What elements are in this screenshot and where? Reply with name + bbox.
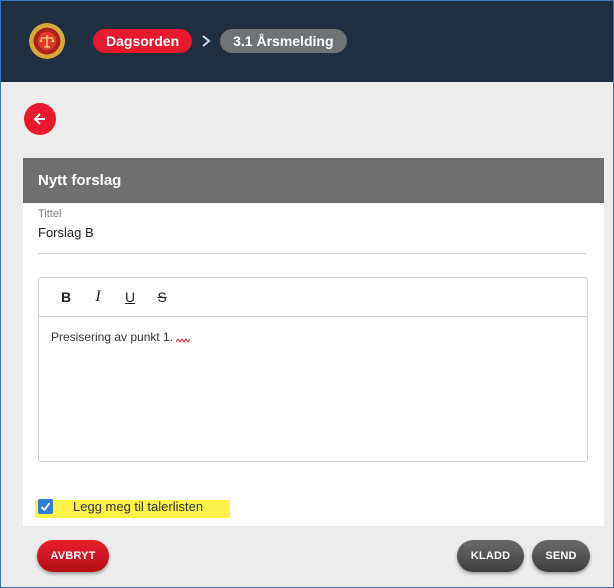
title-field-label: Tittel bbox=[38, 208, 62, 220]
breadcrumb-item-dagsorden[interactable]: Dagsorden bbox=[93, 29, 193, 53]
speaker-list-checkbox[interactable] bbox=[38, 499, 53, 514]
breadcrumb-item-current: 3.1 Årsmelding bbox=[220, 29, 347, 53]
title-input[interactable] bbox=[38, 225, 586, 240]
card-footer: AVBRYT KLADD SEND bbox=[23, 526, 604, 588]
checkmark-icon bbox=[40, 502, 51, 512]
spellcheck-squiggle bbox=[176, 338, 191, 343]
top-bar: Dagsorden 3.1 Årsmelding bbox=[0, 0, 614, 82]
rich-text-editor[interactable]: B I U S Presisering av punkt 1. bbox=[38, 277, 588, 462]
card-header: Nytt forslag bbox=[23, 158, 604, 203]
proposal-card: Nytt forslag Tittel B I U S Presisering … bbox=[23, 158, 604, 588]
speaker-list-label: Legg meg til talerlisten bbox=[73, 499, 204, 514]
italic-button[interactable]: I bbox=[87, 286, 109, 308]
title-field[interactable]: Tittel bbox=[38, 208, 586, 254]
cancel-button[interactable]: AVBRYT bbox=[37, 540, 109, 572]
bold-button[interactable]: B bbox=[55, 286, 77, 308]
breadcrumb-label: 3.1 Årsmelding bbox=[233, 33, 334, 49]
strikethrough-button[interactable]: S bbox=[151, 286, 173, 308]
chevron-right-icon bbox=[200, 34, 212, 48]
back-button[interactable] bbox=[24, 103, 56, 135]
editor-content-area[interactable]: Presisering av punkt 1. bbox=[39, 317, 587, 357]
editor-text: Presisering av punkt 1. bbox=[51, 330, 174, 344]
logo-emblem-icon bbox=[29, 23, 65, 59]
speaker-list-option[interactable]: Legg meg til talerlisten bbox=[38, 499, 203, 514]
card-title: Nytt forslag bbox=[38, 172, 122, 189]
draft-button[interactable]: KLADD bbox=[457, 540, 524, 572]
underline-button[interactable]: U bbox=[119, 286, 141, 308]
editor-toolbar: B I U S bbox=[39, 278, 587, 317]
breadcrumb-label: Dagsorden bbox=[106, 33, 180, 49]
send-button[interactable]: SEND bbox=[532, 540, 590, 572]
arrow-left-icon bbox=[33, 113, 45, 125]
